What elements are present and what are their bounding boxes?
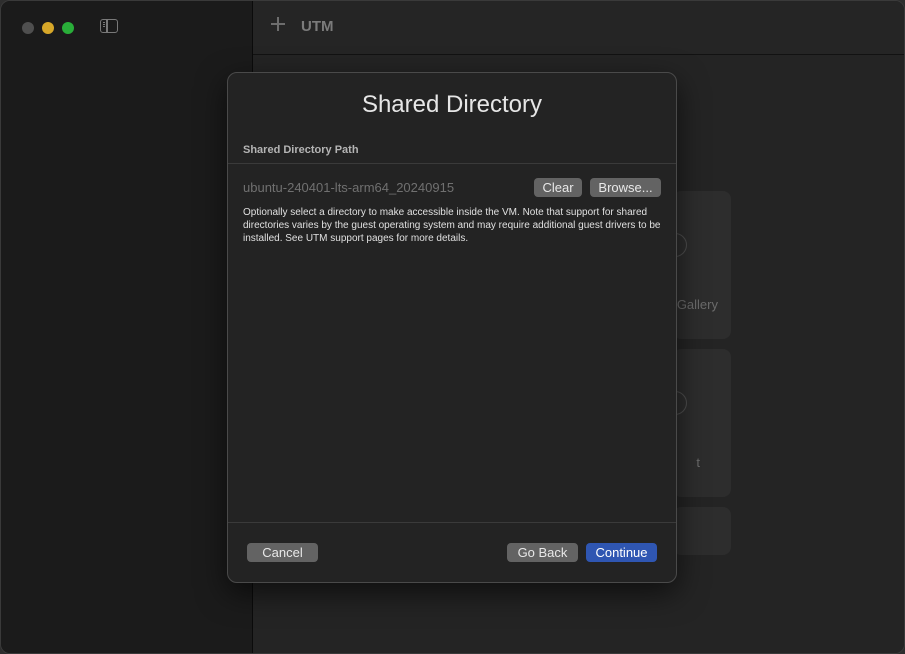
section-header: Shared Directory Path: [243, 144, 359, 156]
browse-button[interactable]: Browse...: [590, 178, 661, 197]
go-back-button[interactable]: Go Back: [507, 543, 578, 562]
shared-directory-path: ubuntu-240401-lts-arm64_20240915: [243, 180, 455, 195]
shared-directory-dialog: Shared Directory Shared Directory Path u…: [227, 72, 677, 583]
continue-button[interactable]: Continue: [586, 543, 657, 562]
clear-button[interactable]: Clear: [534, 178, 582, 197]
cancel-button[interactable]: Cancel: [247, 543, 318, 562]
help-text: Optionally select a directory to make ac…: [243, 207, 661, 244]
divider: [228, 163, 676, 164]
divider: [228, 522, 676, 523]
dialog-title: Shared Directory: [361, 91, 543, 118]
utm-window: UTM Gallery t Shared Directory Shared Di…: [0, 0, 905, 654]
